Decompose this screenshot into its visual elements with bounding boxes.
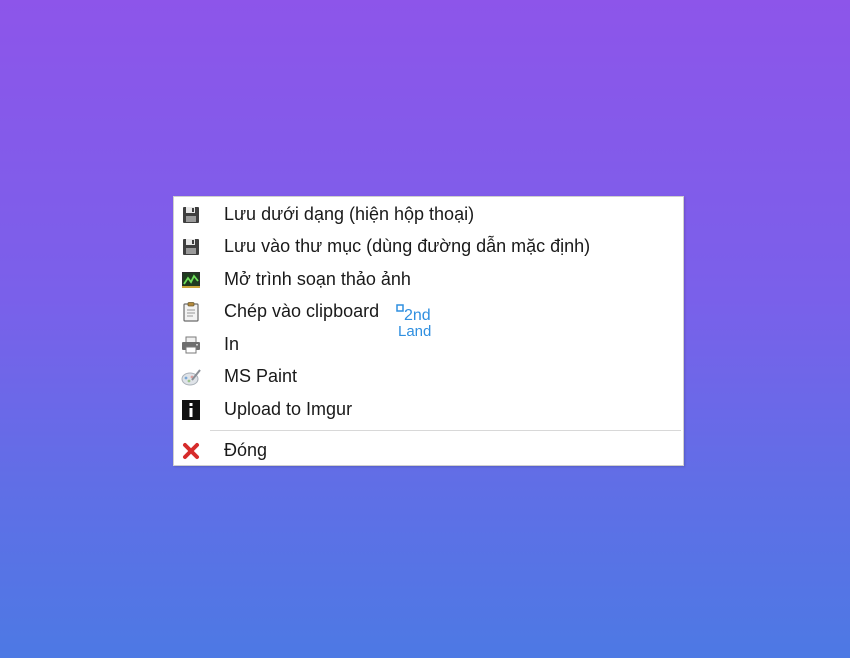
menu-item-label: Chép vào clipboard [224, 301, 380, 321]
menu-item-close[interactable]: Đóng [174, 434, 683, 466]
menu-item-upload-imgur[interactable]: Upload to Imgur [174, 393, 683, 425]
clipboard-icon [180, 301, 202, 323]
printer-icon [180, 334, 202, 356]
imgur-info-icon [180, 399, 202, 421]
floppy-disk-icon [180, 236, 202, 258]
watermark-line1: 2nd [404, 307, 431, 324]
watermark-logo: 2nd Land [396, 304, 452, 340]
floppy-disk-icon [180, 204, 202, 226]
close-x-icon [180, 440, 202, 462]
menu-item-label: MS Paint [224, 366, 298, 386]
menu-item-label: Lưu vào thư mục (dùng đường dẫn mặc định… [224, 236, 591, 256]
menu-item-close-label: Đóng [224, 440, 268, 460]
menu-item-save-to-folder[interactable]: Lưu vào thư mục (dùng đường dẫn mặc định… [174, 230, 683, 262]
menu-item-ms-paint[interactable]: MS Paint [174, 360, 683, 392]
menu-separator [210, 430, 681, 431]
menu-item-open-image-editor[interactable]: Mở trình soạn thảo ảnh [174, 263, 683, 295]
menu-item-label: Lưu dưới dạng (hiện hộp thoại) [224, 204, 475, 224]
menu-item-save-as[interactable]: Lưu dưới dạng (hiện hộp thoại) [174, 198, 683, 230]
menu-item-label: Upload to Imgur [224, 399, 353, 419]
image-editor-icon [180, 269, 202, 291]
paint-brush-icon [180, 366, 202, 388]
menu-item-label: Mở trình soạn thảo ảnh [224, 269, 411, 289]
menu-item-label: In [224, 334, 240, 354]
watermark-line2: Land [398, 323, 431, 340]
